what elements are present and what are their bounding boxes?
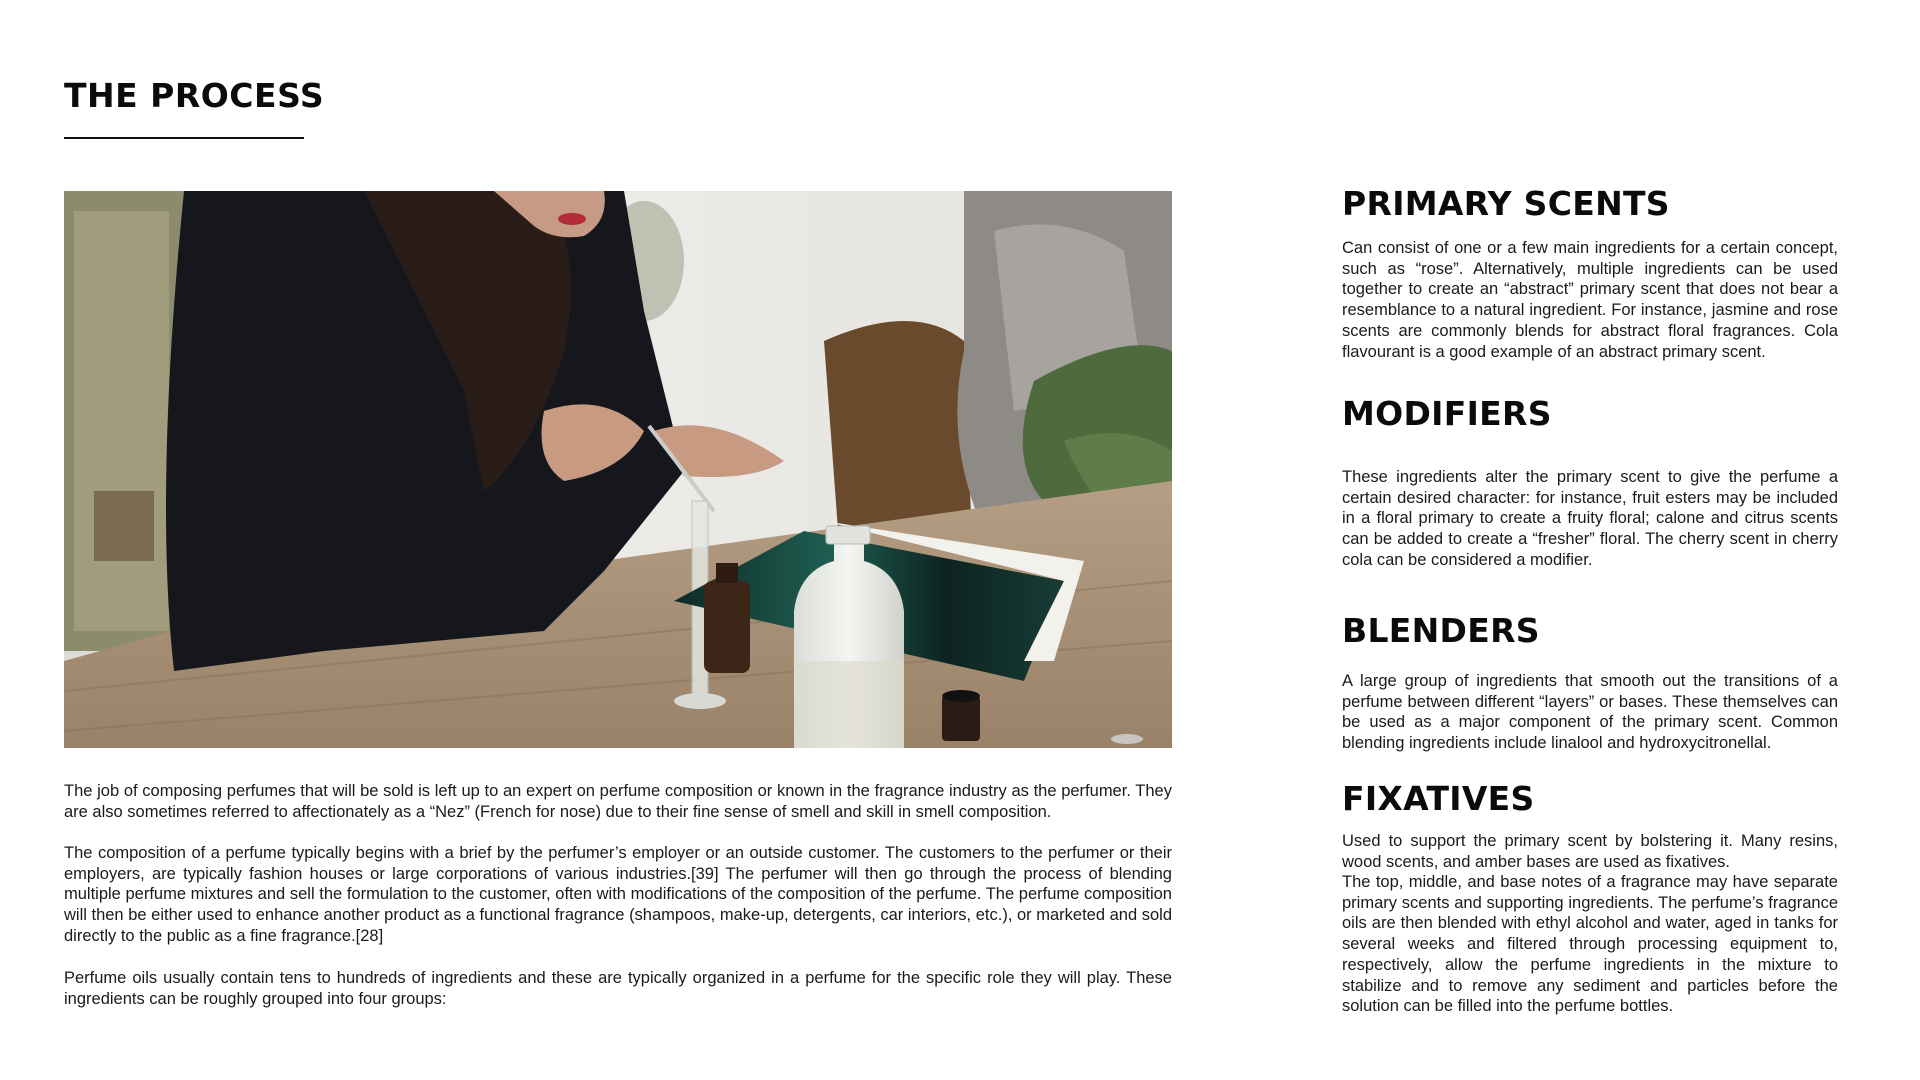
section-text-fixatives-extra: The top, middle, and base notes of a fra…: [1342, 873, 1838, 1016]
section-heading-primary-scents: PRIMARY SCENTS: [1342, 184, 1670, 223]
section-text-modifiers: These ingredients alter the primary scen…: [1342, 468, 1838, 569]
section-heading-blenders: BLENDERS: [1342, 611, 1540, 650]
section-text-primary-scents: Can consist of one or a few main ingredi…: [1342, 239, 1838, 361]
section-text-blenders: A large group of ingredients that smooth…: [1342, 672, 1838, 753]
body-paragraph-1: The job of composing perfumes that will …: [64, 782, 1172, 821]
section-text-fixatives: Used to support the primary scent by bol…: [1342, 832, 1838, 871]
body-paragraph-3: Perfume oils usually contain tens to hun…: [64, 969, 1172, 1008]
section-heading-fixatives: FIXATIVES: [1342, 779, 1535, 818]
body-paragraph-2: The composition of a perfume typically b…: [64, 844, 1172, 945]
page-title: THE PROCESS: [64, 76, 325, 115]
perfumer-photo: [64, 191, 1172, 748]
title-underline: [64, 137, 304, 139]
section-heading-modifiers: MODIFIERS: [1342, 394, 1552, 433]
